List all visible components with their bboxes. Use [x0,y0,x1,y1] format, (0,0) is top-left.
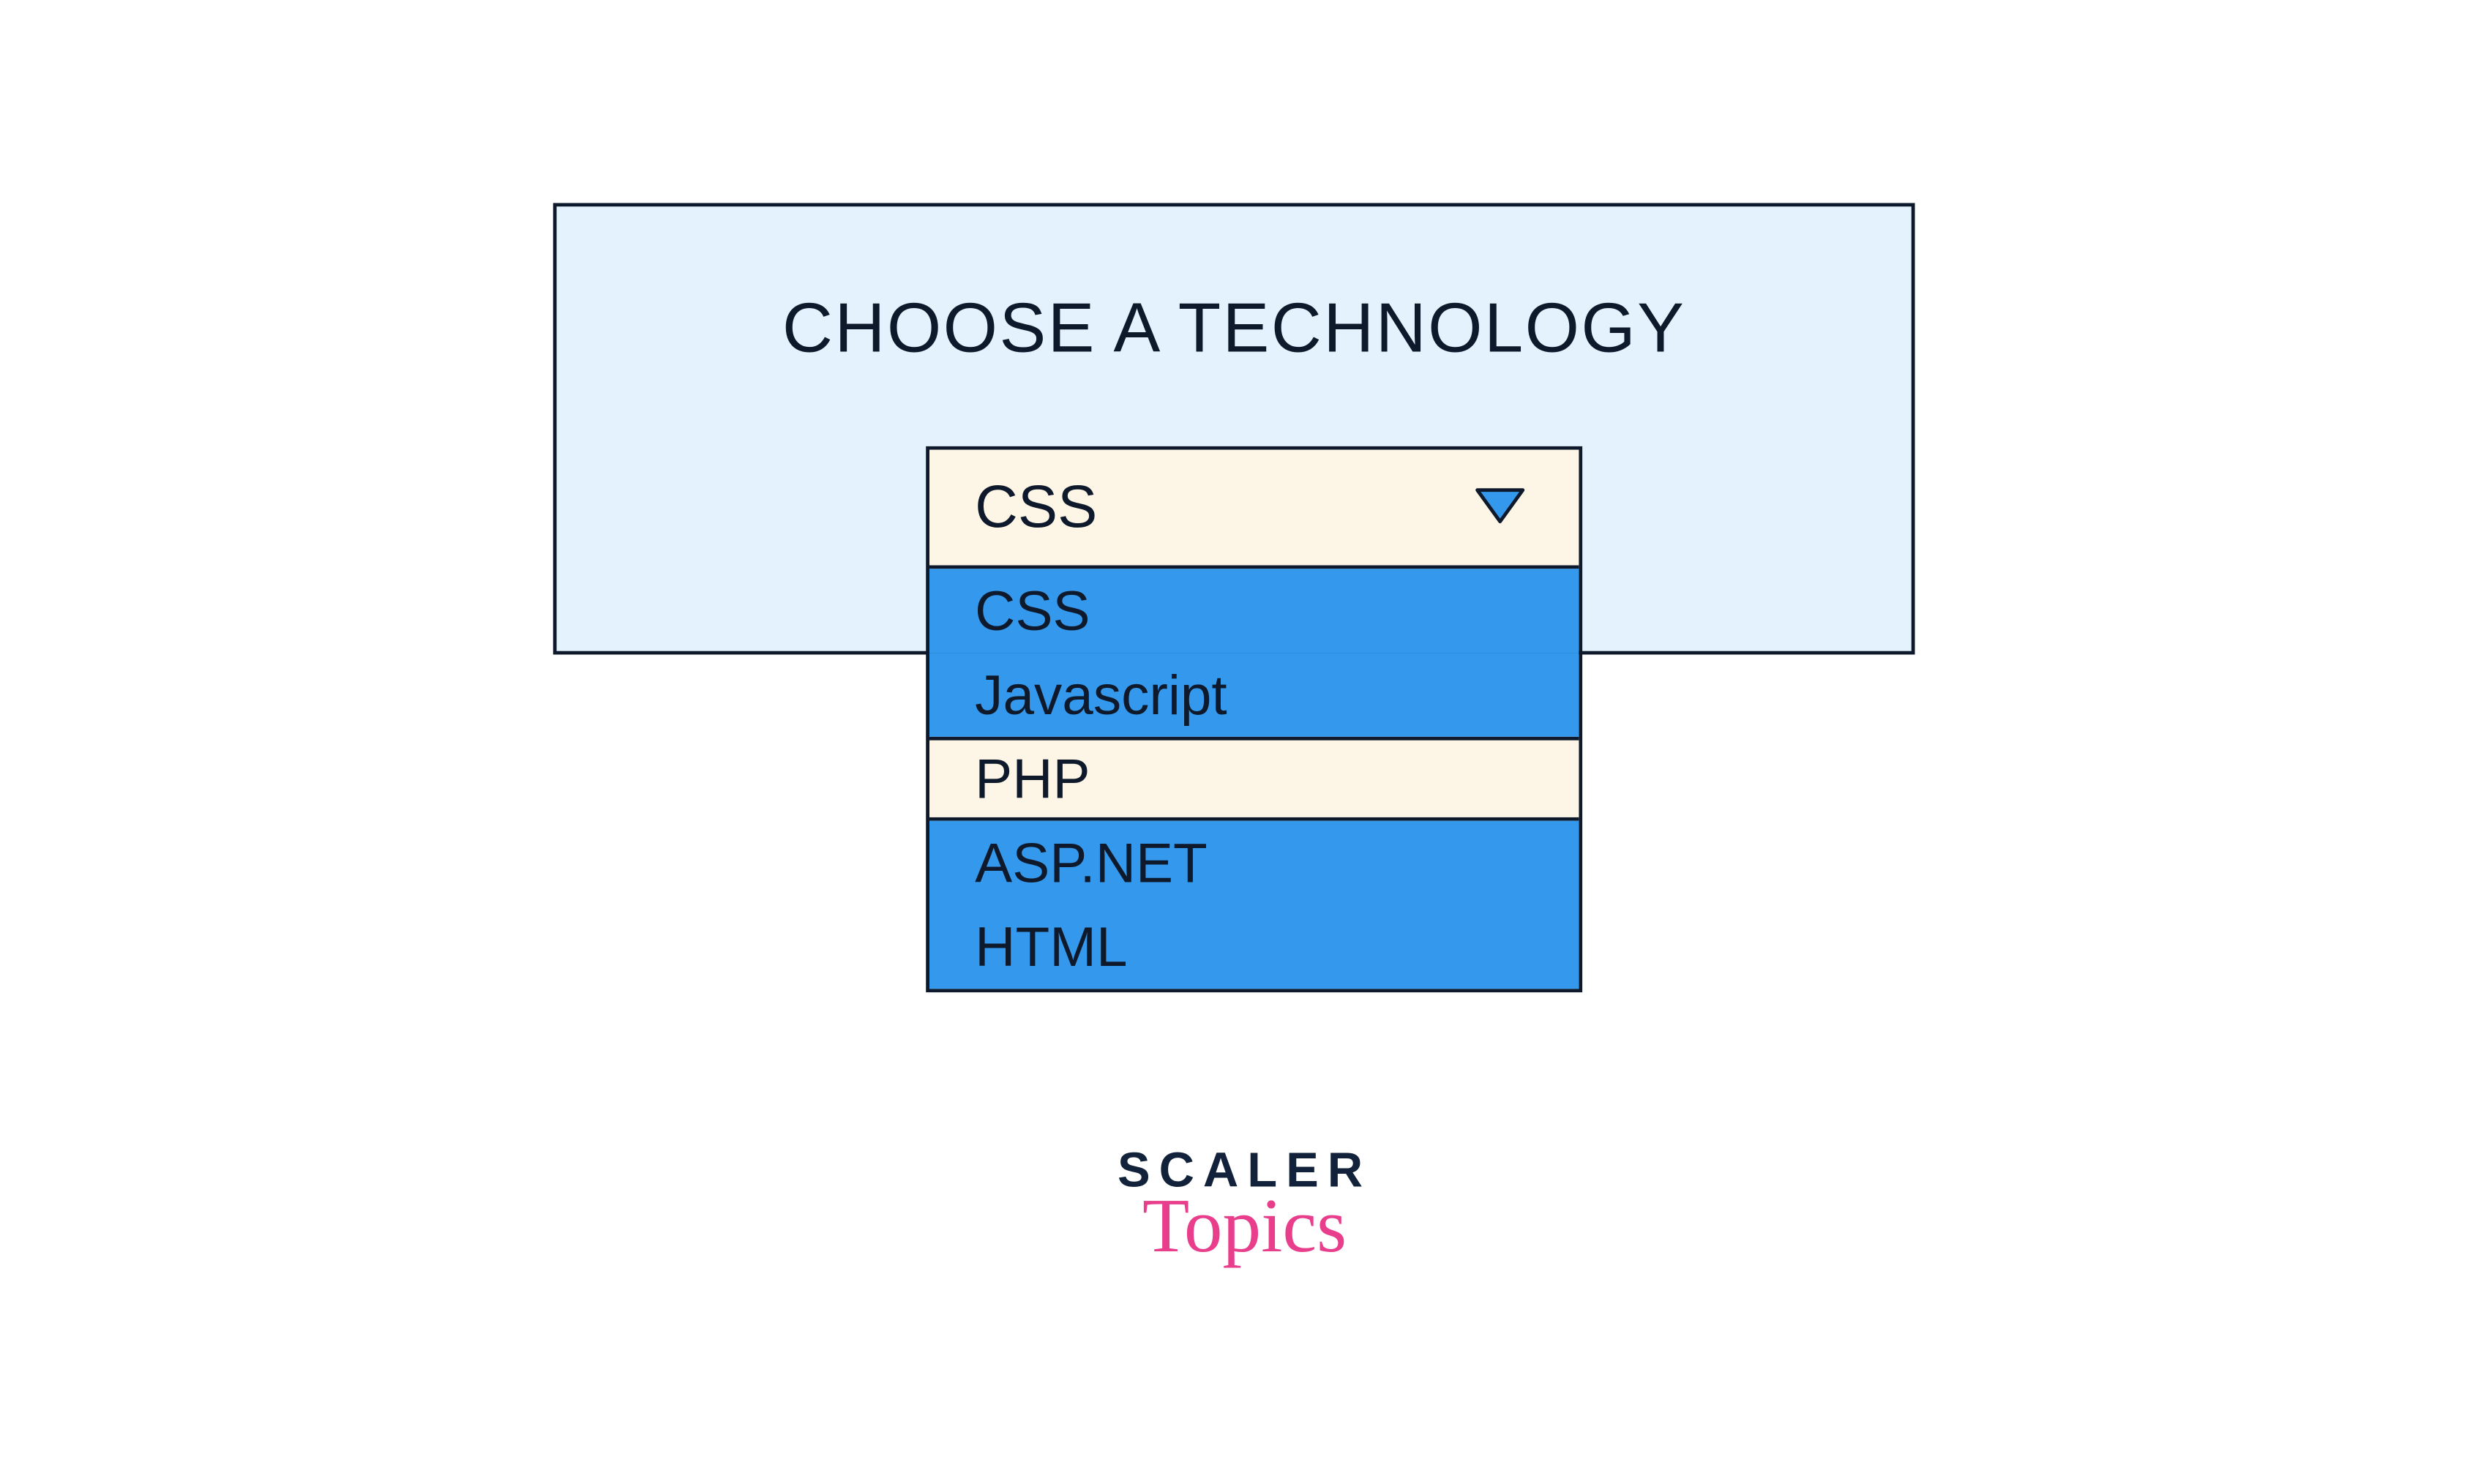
brand-logo: SCALER Topics [1118,1147,1371,1266]
dropdown-option[interactable]: ASP.NET [929,821,1579,905]
dropdown-option[interactable]: CSS [929,569,1579,653]
dropdown-selected[interactable]: CSS [929,450,1579,569]
dropdown-option[interactable]: HTML [929,905,1579,989]
dropdown-option[interactable]: Javascript [929,653,1579,737]
brand-line2: Topics [1118,1188,1371,1265]
dropdown-selected-label: CSS [975,473,1097,541]
dropdown-option[interactable]: PHP [929,737,1579,821]
technology-dropdown[interactable]: CSS CSS Javascript PHP ASP.NET HTML [926,446,1582,992]
chevron-down-icon [1474,487,1527,528]
panel-title: CHOOSE A TECHNOLOGY [557,291,1912,370]
dropdown-list: CSS Javascript PHP ASP.NET HTML [929,569,1579,989]
